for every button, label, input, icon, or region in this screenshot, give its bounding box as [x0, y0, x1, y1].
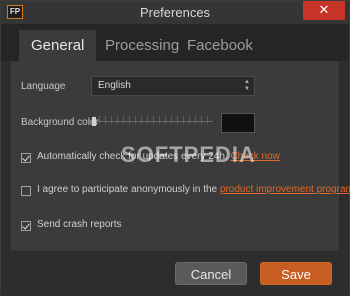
participate-checkbox[interactable]	[21, 186, 31, 196]
crash-reports-checkbox[interactable]	[21, 221, 31, 231]
participate-row: I agree to participate anonymously in th…	[37, 184, 350, 195]
tab-general[interactable]: General	[19, 30, 97, 61]
save-button[interactable]: Save	[260, 262, 332, 285]
tab-bar: General Processing Facebook	[1, 24, 349, 61]
participate-text: I agree to participate anonymously in th…	[37, 184, 218, 195]
product-improvement-link[interactable]: product improvement program.	[220, 184, 350, 195]
background-color-slider-ticks	[93, 116, 213, 124]
slider-thumb[interactable]	[92, 117, 96, 126]
check-updates-checkbox[interactable]	[21, 153, 31, 163]
background-color-slider[interactable]	[93, 121, 213, 122]
language-value: English	[98, 80, 131, 91]
crash-reports-text: Send crash reports	[37, 219, 122, 230]
softpedia-watermark: SOFTPEDIA	[121, 142, 256, 167]
close-button[interactable]: ✕	[303, 1, 345, 20]
title-bar: FP Preferences ✕	[1, 1, 349, 24]
chevron-updown-icon: ▲ ▼	[244, 79, 250, 92]
preferences-window: FP Preferences ✕ General Processing Face…	[0, 0, 350, 296]
language-select[interactable]: English ▲ ▼	[91, 76, 255, 96]
dialog-footer: Cancel Save	[1, 251, 349, 296]
language-label: Language	[21, 81, 66, 92]
cancel-button[interactable]: Cancel	[175, 262, 247, 285]
window-title: Preferences	[139, 5, 211, 20]
background-color-label: Background color	[21, 117, 99, 128]
tab-facebook[interactable]: Facebook	[175, 30, 265, 61]
background-color-swatch[interactable]	[221, 113, 255, 133]
